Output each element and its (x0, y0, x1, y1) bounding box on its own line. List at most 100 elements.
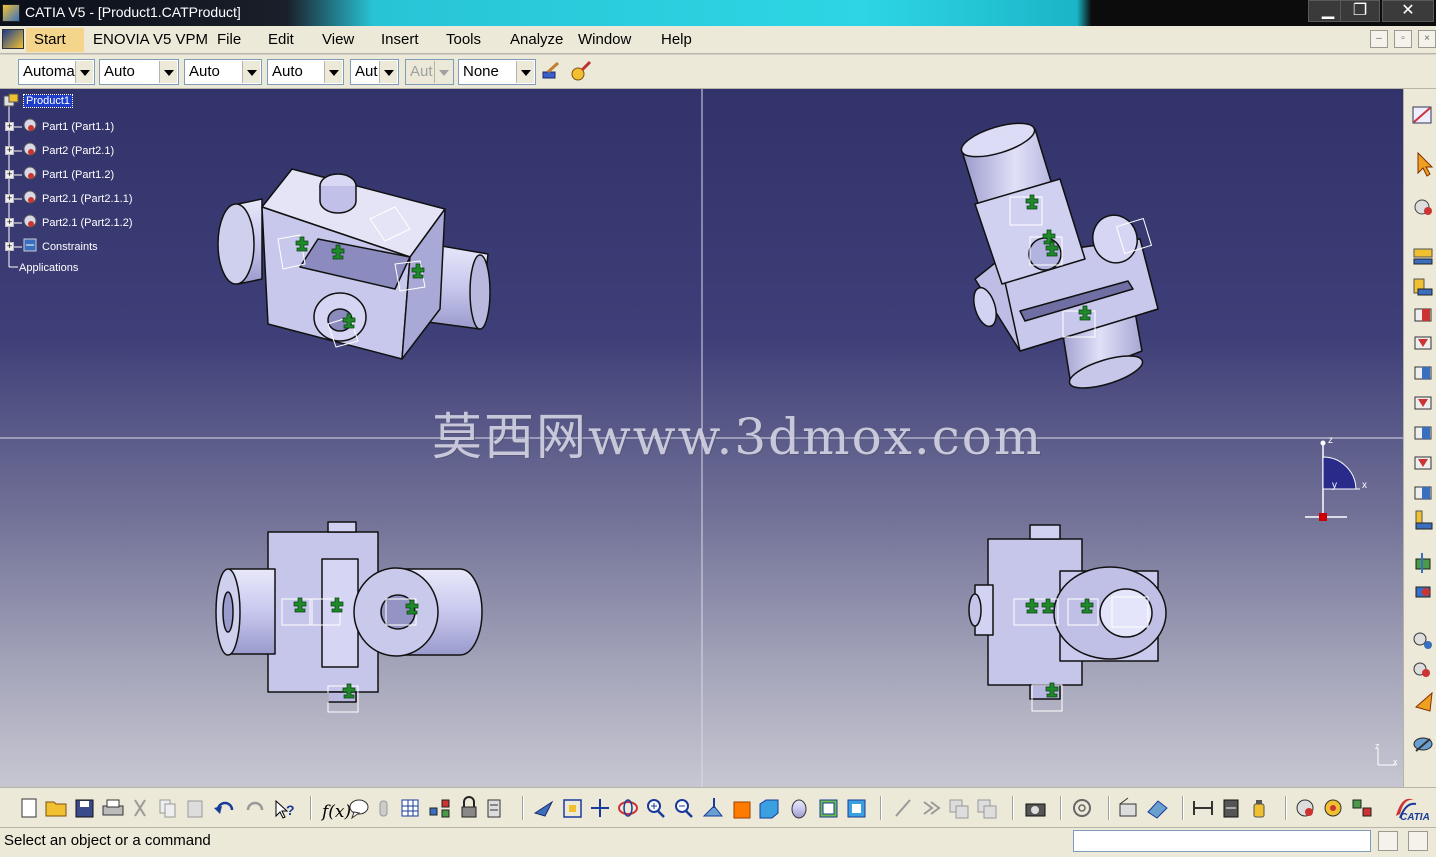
coincidence-constraint-icon[interactable] (1414, 308, 1432, 322)
point-symbol-combo[interactable]: Aut (350, 59, 399, 85)
angle-constraint-icon[interactable] (1414, 396, 1432, 410)
close-button[interactable]: ✕ (1382, 0, 1434, 22)
product-icon[interactable] (3, 93, 19, 109)
cut-icon[interactable] (134, 799, 146, 817)
save-icon[interactable] (75, 799, 94, 818)
painter-icon[interactable] (540, 60, 562, 82)
layer-combo[interactable]: None (458, 59, 536, 85)
menu-analyze[interactable]: Analyze (510, 31, 563, 48)
menu-tools[interactable]: Tools (446, 31, 481, 48)
zoom-in-icon[interactable] (647, 799, 665, 818)
existing-component-icon[interactable] (1413, 248, 1433, 265)
normal-view-icon[interactable] (702, 798, 724, 817)
fix-together-icon[interactable] (1414, 456, 1432, 470)
fly-mode-icon[interactable] (533, 800, 554, 817)
open-folder-icon[interactable] (45, 801, 67, 817)
tree-expand-button[interactable]: + (5, 146, 14, 155)
catia-app-icon[interactable] (2, 4, 20, 22)
print-icon[interactable] (102, 799, 124, 816)
doc-minimize-button[interactable]: – (1370, 30, 1388, 48)
offset-constraint-icon[interactable] (1414, 366, 1432, 380)
menu-edit[interactable]: Edit (268, 31, 294, 48)
product-structure-icon[interactable] (1414, 199, 1432, 215)
shading-icon[interactable] (791, 799, 807, 819)
sketch-icon[interactable] (1412, 106, 1432, 124)
tree-expand-button[interactable]: + (5, 242, 14, 251)
undo-icon[interactable] (214, 801, 234, 814)
chevron-down-icon[interactable] (159, 61, 177, 83)
paste-icon[interactable] (187, 800, 203, 818)
tree-structure-icon[interactable] (429, 799, 450, 818)
part-gear-icon[interactable] (22, 117, 38, 133)
chevron-down-icon[interactable] (379, 61, 397, 83)
swap-space-icon[interactable] (847, 799, 866, 818)
select-arrow-icon[interactable] (1417, 151, 1434, 177)
weight-icon[interactable] (1253, 800, 1265, 818)
menu-view[interactable]: View (322, 31, 354, 48)
manipulate-icon[interactable] (1413, 278, 1433, 296)
hide-show-icon[interactable] (819, 799, 838, 818)
constraints-icon[interactable] (22, 237, 38, 253)
part-gear-icon[interactable] (22, 165, 38, 181)
command-input[interactable] (1073, 830, 1371, 852)
swirl-icon[interactable] (1073, 799, 1091, 817)
comment-icon[interactable] (349, 799, 369, 820)
universal-joint-iso-view[interactable] (217, 168, 491, 360)
update-icon[interactable] (1415, 553, 1431, 573)
menu-help[interactable]: Help (661, 31, 692, 48)
formula-icon[interactable]: f(x) (320, 802, 351, 822)
tree-expand-button[interactable]: + (5, 194, 14, 203)
restore-button[interactable]: ❐ (1340, 0, 1380, 22)
copy-icon[interactable] (159, 799, 176, 818)
fix-component-icon[interactable] (1414, 426, 1432, 440)
explode-icon[interactable] (1415, 586, 1431, 598)
tree-item-applications[interactable]: Applications (19, 262, 78, 274)
capture-camera-icon[interactable] (1025, 803, 1046, 817)
mass-icon[interactable] (1223, 799, 1239, 818)
part-gear-icon[interactable] (22, 189, 38, 205)
document-icon[interactable] (2, 29, 24, 49)
line-thickness-combo[interactable]: Auto (184, 59, 262, 85)
workbench-gear-icon[interactable] (1296, 799, 1314, 817)
menu-enovia[interactable]: ENOVIA V5 VPM (93, 31, 208, 48)
rotate-icon[interactable] (618, 799, 638, 817)
tree-expand-button[interactable]: + (5, 218, 14, 227)
part-gear-icon[interactable] (22, 213, 38, 229)
doc-restore-button[interactable]: ▫ (1394, 30, 1412, 48)
menu-file[interactable]: File (217, 31, 241, 48)
menu-window[interactable]: Window (578, 31, 631, 48)
table-icon[interactable] (401, 799, 419, 817)
contact-constraint-icon[interactable] (1414, 336, 1432, 350)
pan-icon[interactable] (591, 799, 609, 817)
3d-viewport[interactable]: z x y z x Product1 + Part1 (Part1.1) + P… (0, 89, 1403, 787)
iso-view-icon[interactable] (759, 799, 779, 819)
distance-icon[interactable] (1193, 801, 1213, 815)
multi-view-icon[interactable] (733, 801, 751, 819)
eraser-icon[interactable] (1147, 800, 1168, 819)
status-undo-button[interactable] (1408, 831, 1428, 851)
chevron-down-icon[interactable] (242, 61, 260, 83)
new-file-icon[interactable] (21, 798, 37, 818)
line-type-combo[interactable]: Auto (267, 59, 344, 85)
tree-expand-button[interactable]: + (5, 122, 14, 131)
fit-all-icon[interactable] (563, 799, 582, 818)
chevron-down-icon[interactable] (516, 61, 534, 83)
color-combo[interactable]: Automa (18, 59, 95, 85)
workbench-tree-icon[interactable] (1352, 799, 1372, 817)
chevron-down-icon[interactable] (75, 61, 93, 83)
menu-insert[interactable]: Insert (381, 31, 419, 48)
quick-constraint-icon[interactable] (1414, 486, 1432, 500)
tree-item-part2-1-1[interactable]: Part2.1 (Part2.1.1) (42, 193, 133, 205)
paint-bucket-icon[interactable] (570, 60, 592, 82)
measure-icon[interactable] (1414, 691, 1433, 712)
universal-joint-top-view[interactable] (958, 116, 1159, 394)
whats-this-icon[interactable]: ? (275, 799, 295, 819)
workbench-sphere-icon[interactable] (1324, 799, 1342, 817)
doc-close-button[interactable]: × (1418, 30, 1436, 48)
tree-item-part2-1[interactable]: Part2 (Part2.1) (42, 145, 114, 157)
clash-icon[interactable] (1413, 632, 1432, 649)
status-stop-button[interactable] (1378, 831, 1398, 851)
tree-item-part2-1-2[interactable]: Part2.1 (Part2.1.2) (42, 217, 133, 229)
part-gear-icon[interactable] (22, 141, 38, 157)
flexible-subassembly-icon[interactable] (1415, 510, 1433, 530)
